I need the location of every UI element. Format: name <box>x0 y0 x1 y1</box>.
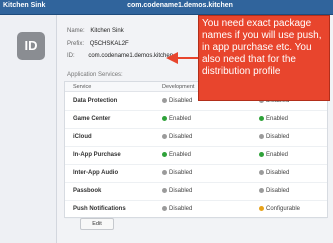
development-status: Disabled <box>162 170 192 176</box>
distribution-status-label: Enabled <box>266 152 289 159</box>
id-value: com.codename1.demos.kitchen <box>88 53 174 59</box>
table-row: iCloud Disabled Disabled <box>65 128 327 147</box>
status-dot-icon <box>259 170 264 175</box>
name-label: Name: <box>67 28 85 34</box>
status-dot-icon <box>162 170 167 175</box>
status-dot-icon <box>162 134 167 139</box>
status-dot-icon <box>162 152 167 157</box>
service-name: Game Center <box>73 116 111 122</box>
services-table: Service Development Data Protection Disab… <box>64 81 328 219</box>
development-status-label: Disabled <box>169 98 193 105</box>
development-status: Disabled <box>162 98 192 104</box>
distribution-status-label: Disabled <box>266 134 290 141</box>
distribution-status: Disabled <box>259 134 289 140</box>
development-status: Disabled <box>162 206 192 212</box>
development-status-label: Disabled <box>169 188 193 195</box>
distribution-status-label: Disabled <box>266 188 290 195</box>
status-dot-icon <box>259 188 264 193</box>
status-dot-icon <box>259 134 264 139</box>
prefix-value: Q5CHSKAL2F <box>89 41 129 47</box>
column-header-development: Development <box>162 84 195 90</box>
development-status-label: Disabled <box>169 134 193 141</box>
prefix-row: Prefix: Q5CHSKAL2F <box>67 41 129 47</box>
name-value: Kitchen Sink <box>90 28 124 34</box>
distribution-status: Disabled <box>259 188 289 194</box>
development-status: Enabled <box>162 116 191 122</box>
title-bar: Kitchen Sink com.codename1.demos.kitchen <box>0 0 333 15</box>
bundle-title: com.codename1.demos.kitchen <box>127 2 233 9</box>
table-row: Game Center Enabled Enabled <box>65 110 327 129</box>
table-row: Inter-App Audio Disabled Disabled <box>65 164 327 183</box>
status-dot-icon <box>162 206 167 211</box>
status-dot-icon <box>259 116 264 121</box>
id-row: ID: com.codename1.demos.kitchen <box>67 53 173 59</box>
development-status-label: Disabled <box>169 206 193 213</box>
distribution-status-label: Enabled <box>266 116 289 123</box>
status-dot-icon <box>259 152 264 157</box>
table-row: Passbook Disabled Disabled <box>65 182 327 201</box>
development-status: Enabled <box>162 152 191 158</box>
development-status-label: Disabled <box>169 170 193 177</box>
edit-button[interactable]: Edit <box>80 218 114 230</box>
distribution-status: Enabled <box>259 152 288 158</box>
service-name: In-App Purchase <box>73 152 121 158</box>
service-name: iCloud <box>73 134 92 140</box>
status-dot-icon <box>162 116 167 121</box>
service-name: Inter-App Audio <box>73 170 119 176</box>
id-label: ID: <box>67 53 75 59</box>
table-row: In-App Purchase Enabled Enabled <box>65 146 327 165</box>
id-badge-icon: ID <box>17 32 45 60</box>
development-status: Disabled <box>162 134 192 140</box>
distribution-status-label: Disabled <box>266 170 290 177</box>
service-name: Data Protection <box>73 98 118 104</box>
distribution-status: Enabled <box>259 116 288 122</box>
service-name: Passbook <box>73 188 102 194</box>
name-row: Name: Kitchen Sink <box>67 28 124 34</box>
development-status: Disabled <box>162 188 192 194</box>
services-title: Application Services: <box>67 72 123 78</box>
distribution-status: Configurable <box>259 206 300 212</box>
column-header-service: Service <box>73 84 92 90</box>
distribution-status: Disabled <box>259 170 289 176</box>
status-dot-icon <box>162 98 167 103</box>
distribution-status-label: Configurable <box>266 206 301 213</box>
prefix-label: Prefix: <box>67 41 85 47</box>
status-dot-icon <box>162 188 167 193</box>
table-row: Push Notifications Disabled Configurable <box>65 200 327 219</box>
app-title: Kitchen Sink <box>3 2 46 9</box>
status-dot-icon <box>259 206 264 211</box>
development-status-label: Enabled <box>169 152 192 159</box>
development-status-label: Enabled <box>169 116 192 123</box>
annotation-callout: You need exact package names if you will… <box>198 15 330 101</box>
service-name: Push Notifications <box>73 206 126 212</box>
